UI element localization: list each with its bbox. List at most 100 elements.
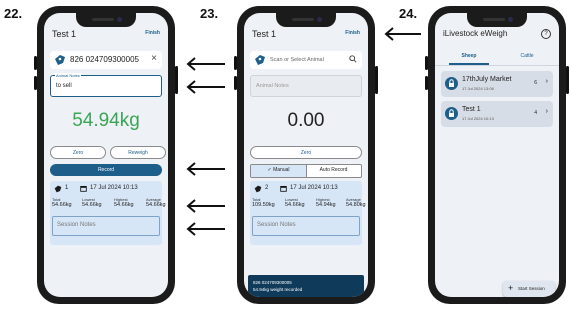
session-notes-field[interactable]: Session Notes bbox=[52, 216, 160, 236]
manual-mode-button[interactable]: ✓ Manual bbox=[251, 165, 307, 177]
stat-total: Total 54.66kg bbox=[52, 197, 72, 208]
side-button bbox=[175, 66, 178, 94]
tab-sheep[interactable]: Sheep bbox=[445, 53, 493, 59]
stat-average: Average 54.66kg bbox=[146, 197, 166, 208]
animal-count: 1 bbox=[65, 185, 69, 191]
stat-total: Total 109.59kg bbox=[252, 197, 275, 208]
animal-notes-field[interactable]: Animal Notes bbox=[250, 75, 362, 97]
tab-divider bbox=[435, 65, 559, 66]
volume-button bbox=[425, 56, 428, 70]
app-header: Test 1 Finish bbox=[52, 29, 160, 43]
phone-23: Test 1 Finish Scan or Select Animal Anim… bbox=[234, 6, 378, 304]
stat-lowest: Lowest 54.66kg bbox=[285, 197, 305, 208]
auto-record-button[interactable]: Auto Record bbox=[306, 165, 361, 177]
toast-message: 54.94kg weight recorded bbox=[253, 287, 303, 292]
start-session-label: Start Session bbox=[518, 286, 545, 291]
arrow-left-icon bbox=[186, 80, 225, 94]
arrow-left-icon bbox=[186, 222, 225, 236]
record-mode-toggle: ✓ Manual Auto Record bbox=[250, 164, 362, 178]
volume-button bbox=[425, 76, 428, 90]
arrow-left-icon bbox=[186, 199, 225, 213]
arrow-left-icon bbox=[186, 57, 225, 71]
help-icon[interactable]: ? bbox=[541, 29, 551, 39]
session-card[interactable]: 17thJuly Market 17 Jul 2024 13:06 6 › bbox=[441, 71, 553, 97]
volume-button bbox=[34, 76, 37, 90]
reweigh-button[interactable]: Reweigh bbox=[110, 146, 166, 159]
animal-notes-value: to sell bbox=[56, 83, 72, 89]
ear-tag-icon bbox=[255, 55, 265, 65]
manual-mode-label: Manual bbox=[273, 167, 290, 173]
stat-average: Average 54.80kg bbox=[346, 197, 366, 208]
toast-tag-number: 826 024709300005 bbox=[253, 280, 292, 285]
session-count: 6 bbox=[534, 80, 537, 86]
record-button[interactable]: Record bbox=[50, 164, 162, 176]
zero-button[interactable]: Zero bbox=[250, 146, 362, 159]
animal-notes-placeholder: Animal Notes bbox=[256, 83, 289, 89]
arrow-left-icon bbox=[186, 162, 225, 176]
lock-icon bbox=[445, 107, 458, 120]
search-placeholder: Scan or Select Animal bbox=[270, 57, 324, 63]
session-card[interactable]: Test 1 17 Jul 2024 10:13 4 › bbox=[441, 101, 553, 127]
app-title: iLivestock eWeigh bbox=[443, 29, 508, 38]
session-notes-placeholder: Session Notes bbox=[257, 222, 296, 228]
screen-23: Test 1 Finish Scan or Select Animal Anim… bbox=[244, 13, 368, 297]
stat-highest: Highest 54.94kg bbox=[316, 197, 336, 208]
step-number-24: 24. bbox=[399, 6, 418, 21]
weight-display: 0.00 bbox=[287, 110, 325, 131]
chevron-right-icon: › bbox=[545, 78, 548, 85]
weight-display: 54.94kg bbox=[72, 110, 140, 131]
lock-icon bbox=[445, 77, 458, 90]
animal-search-row[interactable]: Scan or Select Animal bbox=[250, 51, 362, 69]
animal-tag-row[interactable]: 826 024709300005 × bbox=[50, 51, 162, 69]
session-notes-field[interactable]: Session Notes bbox=[252, 216, 360, 236]
finish-button[interactable]: Finish bbox=[345, 30, 360, 36]
stat-highest: Highest 54.66kg bbox=[114, 197, 134, 208]
session-title: Test 1 bbox=[252, 29, 277, 39]
tag-number: 826 024709300005 bbox=[70, 55, 139, 64]
calendar-icon bbox=[80, 185, 87, 192]
session-date: 17 Jul 2024 10:13 bbox=[462, 116, 494, 121]
zero-button[interactable]: Zero bbox=[50, 146, 106, 159]
ear-tag-icon bbox=[55, 55, 65, 65]
volume-button bbox=[34, 56, 37, 70]
volume-button bbox=[234, 56, 237, 70]
animal-count: 2 bbox=[265, 185, 269, 191]
screen-24: iLivestock eWeigh ? Sheep Cattle 17thJul… bbox=[435, 13, 559, 297]
step-number-23: 23. bbox=[200, 6, 219, 21]
side-button bbox=[375, 66, 378, 94]
search-icon[interactable] bbox=[349, 55, 357, 63]
ear-tag-icon bbox=[54, 185, 62, 193]
weight-recorded-toast: 826 024709300005 54.94kg weight recorded bbox=[248, 275, 364, 297]
chevron-right-icon: › bbox=[545, 108, 548, 115]
screen-22: Test 1 Finish 826 024709300005 × Animal … bbox=[44, 13, 168, 297]
plus-icon: + bbox=[508, 283, 514, 293]
tab-cattle[interactable]: Cattle bbox=[503, 53, 551, 59]
volume-button bbox=[234, 76, 237, 90]
session-name: Test 1 bbox=[462, 106, 481, 113]
app-header: iLivestock eWeigh ? bbox=[443, 29, 551, 43]
session-name: 17thJuly Market bbox=[462, 76, 512, 83]
camera-notch bbox=[76, 13, 136, 27]
camera-notch bbox=[467, 13, 527, 27]
session-title: Test 1 bbox=[52, 29, 77, 39]
camera-notch bbox=[276, 13, 336, 27]
side-button bbox=[566, 66, 569, 94]
app-header: Test 1 Finish bbox=[252, 29, 360, 43]
ear-tag-icon bbox=[254, 185, 262, 193]
session-datetime: 17 Jul 2024 10:13 bbox=[290, 185, 338, 191]
calendar-icon bbox=[280, 185, 287, 192]
phone-22: Test 1 Finish 826 024709300005 × Animal … bbox=[34, 6, 178, 304]
session-count: 4 bbox=[534, 110, 537, 116]
animal-notes-field[interactable]: Animal Notes to sell bbox=[50, 73, 162, 97]
step-number-22: 22. bbox=[4, 6, 23, 21]
animal-notes-label: Animal Notes bbox=[55, 73, 81, 78]
finish-button[interactable]: Finish bbox=[145, 30, 160, 36]
session-datetime: 17 Jul 2024 10:13 bbox=[90, 185, 138, 191]
clear-icon[interactable]: × bbox=[151, 53, 157, 64]
stat-lowest: Lowest 54.66kg bbox=[82, 197, 102, 208]
phone-24: iLivestock eWeigh ? Sheep Cattle 17thJul… bbox=[425, 6, 569, 304]
session-notes-placeholder: Session Notes bbox=[57, 222, 96, 228]
session-summary-panel: 2 17 Jul 2024 10:13 Total 109.59kg Lowest… bbox=[250, 181, 366, 245]
session-summary-panel: 1 17 Jul 2024 10:13 Total 54.66kg Lowest 5… bbox=[50, 181, 166, 245]
start-session-button[interactable]: + Start Session bbox=[503, 281, 555, 297]
